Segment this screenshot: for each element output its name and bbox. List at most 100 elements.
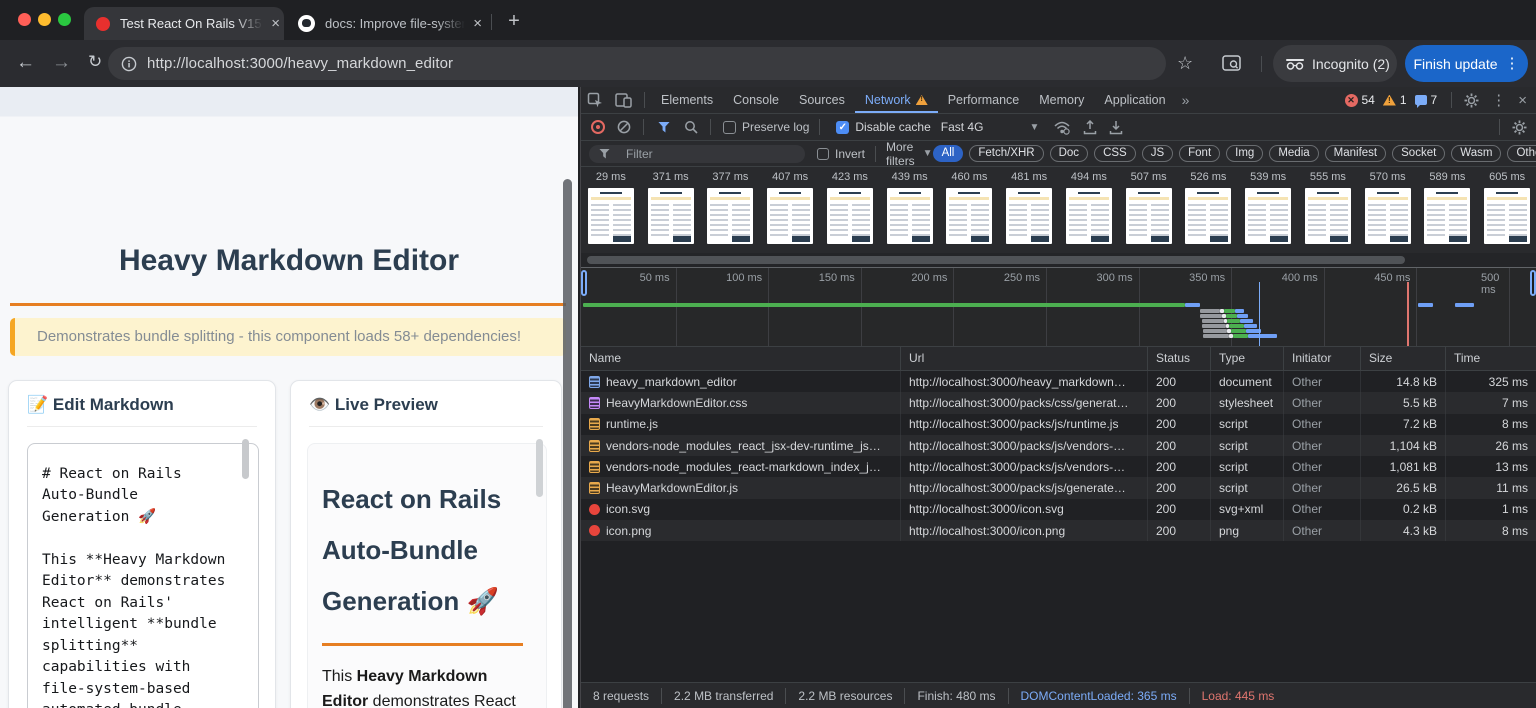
cell-url[interactable]: http://localhost:3000/icon.png	[901, 520, 1148, 541]
filter-chip-media[interactable]: Media	[1269, 145, 1318, 162]
cell-initiator[interactable]: Other	[1284, 435, 1361, 456]
cell-type[interactable]: svg+xml	[1211, 499, 1284, 520]
markdown-editor-textarea[interactable]: # React on Rails Auto-Bundle Generation …	[27, 443, 259, 708]
cell-type[interactable]: script	[1211, 477, 1284, 498]
column-header-status[interactable]: Status	[1148, 347, 1211, 371]
filmstrip-frame[interactable]: 460 ms	[940, 167, 1000, 253]
table-row[interactable]: HeavyMarkdownEditor.jshttp://localhost:3…	[581, 477, 1536, 498]
cell-url[interactable]: http://localhost:3000/packs/js/vendors-…	[901, 456, 1148, 477]
cell-size[interactable]: 7.2 kB	[1361, 414, 1446, 435]
filmstrip-frame[interactable]: 589 ms	[1418, 167, 1478, 253]
cell-time[interactable]: 8 ms	[1446, 520, 1536, 541]
devtools-settings-gear-icon[interactable]	[1464, 93, 1479, 108]
cell-name[interactable]: runtime.js	[581, 414, 901, 435]
console-errors-icon[interactable]: ✕	[1345, 94, 1358, 107]
cell-type[interactable]: script	[1211, 456, 1284, 477]
filter-toggle-icon[interactable]	[658, 122, 670, 133]
import-har-icon[interactable]	[1083, 120, 1097, 135]
filmstrip-frame[interactable]: 29 ms	[581, 167, 641, 253]
filmstrip-thumbnail[interactable]	[1424, 188, 1470, 244]
cell-status[interactable]: 200	[1148, 414, 1211, 435]
cell-time[interactable]: 8 ms	[1446, 414, 1536, 435]
cell-type[interactable]: png	[1211, 520, 1284, 541]
cell-name[interactable]: vendors-node_modules_react_jsx-dev-runti…	[581, 435, 901, 456]
filmstrip-thumbnail[interactable]	[1484, 188, 1530, 244]
network-overview[interactable]: 50 ms100 ms150 ms200 ms250 ms300 ms350 m…	[581, 267, 1536, 347]
reload-button[interactable]: ↻	[88, 52, 102, 72]
back-button[interactable]: ←	[16, 52, 35, 74]
filmstrip-thumbnail[interactable]	[1066, 188, 1112, 244]
cell-time[interactable]: 325 ms	[1446, 371, 1536, 392]
filmstrip-frame[interactable]: 371 ms	[641, 167, 701, 253]
cell-size[interactable]: 0.2 kB	[1361, 499, 1446, 520]
table-row[interactable]: heavy_markdown_editorhttp://localhost:30…	[581, 371, 1536, 392]
cell-time[interactable]: 7 ms	[1446, 392, 1536, 413]
column-header-initiator[interactable]: Initiator	[1284, 347, 1361, 371]
column-header-name[interactable]: Name	[581, 347, 901, 371]
tab-close-icon[interactable]: ×	[469, 15, 486, 32]
record-network-log-button[interactable]	[591, 120, 605, 134]
devtools-tab-console[interactable]: Console	[723, 87, 789, 113]
cell-status[interactable]: 200	[1148, 520, 1211, 541]
column-header-size[interactable]: Size	[1361, 347, 1446, 371]
filmstrip-frame[interactable]: 407 ms	[760, 167, 820, 253]
filmstrip-thumbnail[interactable]	[887, 188, 933, 244]
filmstrip-thumbnail[interactable]	[648, 188, 694, 244]
filter-chip-js[interactable]: JS	[1142, 145, 1173, 162]
console-warnings-icon[interactable]: !	[1383, 95, 1396, 106]
forward-button[interactable]: →	[52, 52, 71, 74]
filter-chip-socket[interactable]: Socket	[1392, 145, 1445, 162]
more-filters-dropdown[interactable]: More filters	[886, 140, 915, 168]
issues-icon[interactable]	[1415, 95, 1427, 105]
clear-network-log-icon[interactable]	[617, 120, 631, 134]
devtools-tab-elements[interactable]: Elements	[651, 87, 723, 113]
invert-checkbox[interactable]	[817, 148, 829, 160]
cell-initiator[interactable]: Other	[1284, 392, 1361, 413]
table-row[interactable]: runtime.jshttp://localhost:3000/packs/js…	[581, 414, 1536, 435]
filter-input[interactable]: Filter	[589, 145, 805, 163]
filmstrip-thumbnail[interactable]	[1185, 188, 1231, 244]
browser-tab-inactive[interactable]: docs: Improve file-system-ba ×	[288, 7, 486, 40]
page-vertical-scrollbar[interactable]	[563, 179, 572, 708]
cell-size[interactable]: 26.5 kB	[1361, 477, 1446, 498]
filmstrip-frame[interactable]: 605 ms	[1477, 167, 1536, 253]
filmstrip-frame[interactable]: 494 ms	[1059, 167, 1119, 253]
cell-initiator[interactable]: Other	[1284, 520, 1361, 541]
table-row[interactable]: vendors-node_modules_react_jsx-dev-runti…	[581, 435, 1536, 456]
cell-time[interactable]: 1 ms	[1446, 499, 1536, 520]
cell-initiator[interactable]: Other	[1284, 456, 1361, 477]
bookmark-star-icon[interactable]: ☆	[1177, 53, 1193, 74]
tab-close-icon[interactable]: ×	[267, 15, 284, 32]
search-icon[interactable]	[684, 120, 698, 134]
cell-name[interactable]: vendors-node_modules_react-markdown_inde…	[581, 456, 901, 477]
cell-url[interactable]: http://localhost:3000/packs/css/generat…	[901, 392, 1148, 413]
device-toolbar-icon[interactable]	[615, 93, 632, 108]
cell-time[interactable]: 26 ms	[1446, 435, 1536, 456]
cell-status[interactable]: 200	[1148, 392, 1211, 413]
cell-size[interactable]: 4.3 kB	[1361, 520, 1446, 541]
overview-right-handle[interactable]	[1530, 270, 1536, 296]
cell-type[interactable]: script	[1211, 414, 1284, 435]
filmstrip-frame[interactable]: 526 ms	[1179, 167, 1239, 253]
window-close-button[interactable]	[18, 13, 31, 26]
filter-chip-doc[interactable]: Doc	[1050, 145, 1088, 162]
filmstrip-frame[interactable]: 555 ms	[1298, 167, 1358, 253]
preview-scrollbar[interactable]	[536, 439, 543, 497]
cell-url[interactable]: http://localhost:3000/packs/js/runtime.j…	[901, 414, 1148, 435]
cell-url[interactable]: http://localhost:3000/packs/js/generate…	[901, 477, 1148, 498]
cell-name[interactable]: heavy_markdown_editor	[581, 371, 901, 392]
filmstrip-thumbnail[interactable]	[1245, 188, 1291, 244]
cell-time[interactable]: 11 ms	[1446, 477, 1536, 498]
cell-type[interactable]: document	[1211, 371, 1284, 392]
overview-left-handle[interactable]	[581, 270, 587, 296]
filmstrip-frame[interactable]: 439 ms	[880, 167, 940, 253]
filmstrip-thumbnail[interactable]	[827, 188, 873, 244]
devtools-tab-performance[interactable]: Performance	[938, 87, 1030, 113]
column-header-time[interactable]: Time	[1446, 347, 1536, 371]
cell-initiator[interactable]: Other	[1284, 499, 1361, 520]
filmstrip-scrollbar[interactable]	[581, 253, 1536, 267]
cell-size[interactable]: 1,104 kB	[1361, 435, 1446, 456]
filter-chip-manifest[interactable]: Manifest	[1325, 145, 1386, 162]
error-count[interactable]: 54	[1362, 93, 1375, 107]
filmstrip-frame[interactable]: 570 ms	[1358, 167, 1418, 253]
